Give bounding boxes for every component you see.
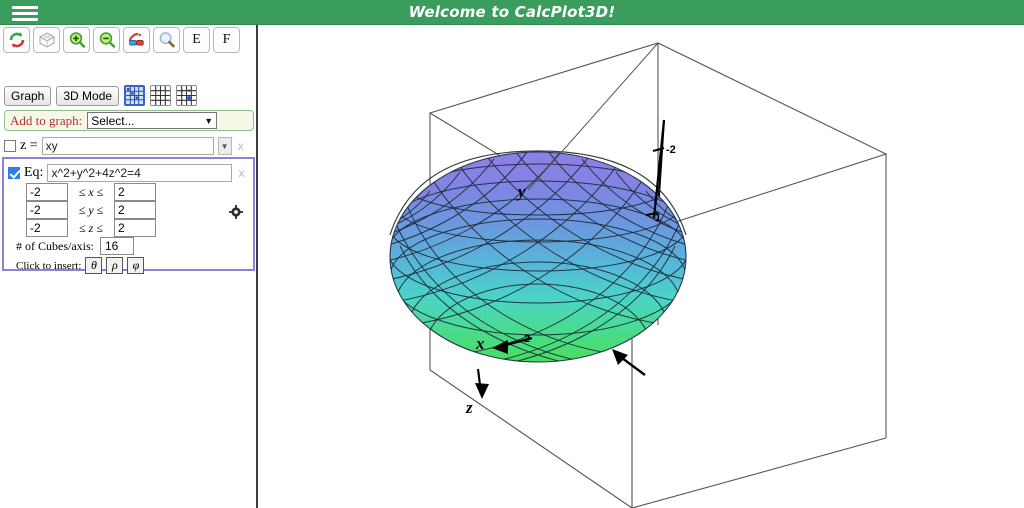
zoom-out-glyph (99, 32, 115, 48)
chevron-down-icon: ▼ (204, 115, 214, 126)
anaglyph-glyph (128, 32, 144, 46)
bound-row-z: -2 ≤ z ≤ 2 (26, 219, 156, 237)
plot-canvas[interactable]: -2 1 y x 2 z (260, 25, 1024, 508)
rotate-reset-glyph (9, 32, 24, 48)
ellipsoid-plot-svg: -2 1 y x 2 z (389, 42, 888, 508)
secondary-axis-arrowhead (612, 349, 628, 365)
contour-grid-icon[interactable] (124, 85, 146, 106)
magnifier-glyph (159, 32, 175, 48)
x-max-input[interactable]: 2 (114, 183, 156, 201)
z-min-input[interactable]: -2 (26, 219, 68, 237)
insert-phi-button[interactable]: φ (127, 257, 145, 274)
title-bar: Welcome to CalcPlot3D! (0, 0, 1024, 25)
x-min-input[interactable]: -2 (26, 183, 68, 201)
y-max-input[interactable]: 2 (114, 201, 156, 219)
function-row-1: z = xy ▼ x (4, 135, 254, 157)
hamburger-icon[interactable] (10, 3, 40, 23)
y-min-input[interactable]: -2 (26, 201, 68, 219)
bound-row-y: -2 ≤ y ≤ 2 (26, 201, 156, 219)
f-button[interactable]: F (213, 27, 240, 53)
function-2-checkbox[interactable] (8, 167, 20, 179)
bounds-group: -2 ≤ x ≤ 2 -2 ≤ y ≤ 2 -2 ≤ z ≤ 2 (26, 183, 156, 237)
function-1-dropdown-icon[interactable]: ▼ (217, 137, 232, 155)
wireframe-glyph (38, 32, 55, 48)
function-2-label: Eq: (24, 165, 44, 180)
contour-grid-glyph (126, 87, 144, 104)
grid-point-icon[interactable] (176, 85, 198, 106)
x-axis-label: x (475, 334, 485, 353)
box-bottom-left (429, 369, 633, 508)
gear-icon[interactable] (229, 205, 243, 219)
y-tick-label-1: 1 (655, 212, 661, 224)
cubes-per-axis-row: # of Cubes/axis: 16 (16, 237, 134, 255)
function-row-2: Eq: x^2+y^2+4z^2=4 x (8, 162, 258, 184)
rotate-reset-icon[interactable] (3, 27, 30, 53)
ellipsoid-surface (389, 150, 687, 363)
insert-rho-button[interactable]: ρ (106, 257, 124, 274)
secondary-axis-arrow (612, 349, 646, 376)
function-1-input[interactable]: xy (41, 137, 214, 155)
mode-bar: Graph 3D Mode (4, 85, 198, 106)
y-axis-label: y (516, 182, 526, 201)
calcplot3d-app: Welcome to CalcPlot3D! E F Graph 3D Mode… (0, 0, 1024, 508)
equation-panel: Eq: x^2+y^2+4z^2=4 x -2 ≤ x ≤ 2 -2 ≤ y ≤… (2, 157, 258, 274)
add-to-graph-select[interactable]: Select... ▼ (87, 112, 218, 129)
grid-plain-glyph (151, 86, 171, 105)
add-to-graph-value: Select... (91, 113, 135, 128)
y-tick-label-neg2: -2 (666, 144, 676, 156)
add-to-graph-row: Add to graph: Select... ▼ (4, 110, 254, 131)
hamburger-bar (12, 11, 38, 15)
insert-theta-button[interactable]: θ (85, 257, 103, 274)
z-bound-operator: ≤ z ≤ (79, 220, 103, 235)
control-sidebar: E F Graph 3D Mode Add to graph: Select..… (0, 25, 258, 508)
bound-row-x: -2 ≤ x ≤ 2 (26, 183, 156, 201)
anaglyph-glasses-icon[interactable] (123, 27, 150, 53)
x-bound-operator: ≤ x ≤ (78, 184, 104, 199)
x-tick-label-2: 2 (524, 333, 530, 345)
y-bound-operator: ≤ y ≤ (78, 202, 104, 217)
zoom-in-icon[interactable] (63, 27, 90, 53)
box-bottom-right (631, 437, 887, 508)
function-1-checkbox[interactable] (4, 140, 16, 152)
z-axis-label: z (465, 398, 473, 417)
cubes-per-axis-input[interactable]: 16 (100, 237, 134, 255)
insert-symbols-row: Click to insert: θ ρ φ (16, 257, 145, 274)
z-max-input[interactable]: 2 (114, 219, 156, 237)
graph-button[interactable]: Graph (4, 85, 52, 106)
cubes-per-axis-label: # of Cubes/axis: (16, 238, 94, 253)
z-axis-group: z (465, 368, 489, 417)
function-1-close-icon[interactable]: x (236, 139, 244, 153)
function-2-close-icon[interactable]: x (236, 166, 244, 180)
add-to-graph-label: Add to graph: (10, 112, 83, 128)
insert-label: Click to insert: (16, 259, 82, 272)
grid-point-glyph (177, 86, 197, 105)
function-2-input[interactable]: x^2+y^2+4z^2=4 (47, 164, 233, 182)
gear-glyph (229, 205, 243, 219)
z-axis-arrowhead (475, 383, 489, 399)
zoom-in-glyph (69, 32, 85, 48)
zoom-out-icon[interactable] (93, 27, 120, 53)
3d-mode-button[interactable]: 3D Mode (56, 85, 120, 106)
view-toolbar: E F (3, 27, 240, 53)
page-title: Welcome to CalcPlot3D! (408, 3, 616, 21)
wireframe-icon[interactable] (33, 27, 60, 53)
function-1-label: z = (20, 138, 38, 153)
magnifier-icon[interactable] (153, 27, 180, 53)
e-button[interactable]: E (183, 27, 210, 53)
grid-plain-icon[interactable] (150, 85, 172, 106)
hamburger-bar (12, 5, 38, 9)
hamburger-bar (12, 17, 38, 21)
